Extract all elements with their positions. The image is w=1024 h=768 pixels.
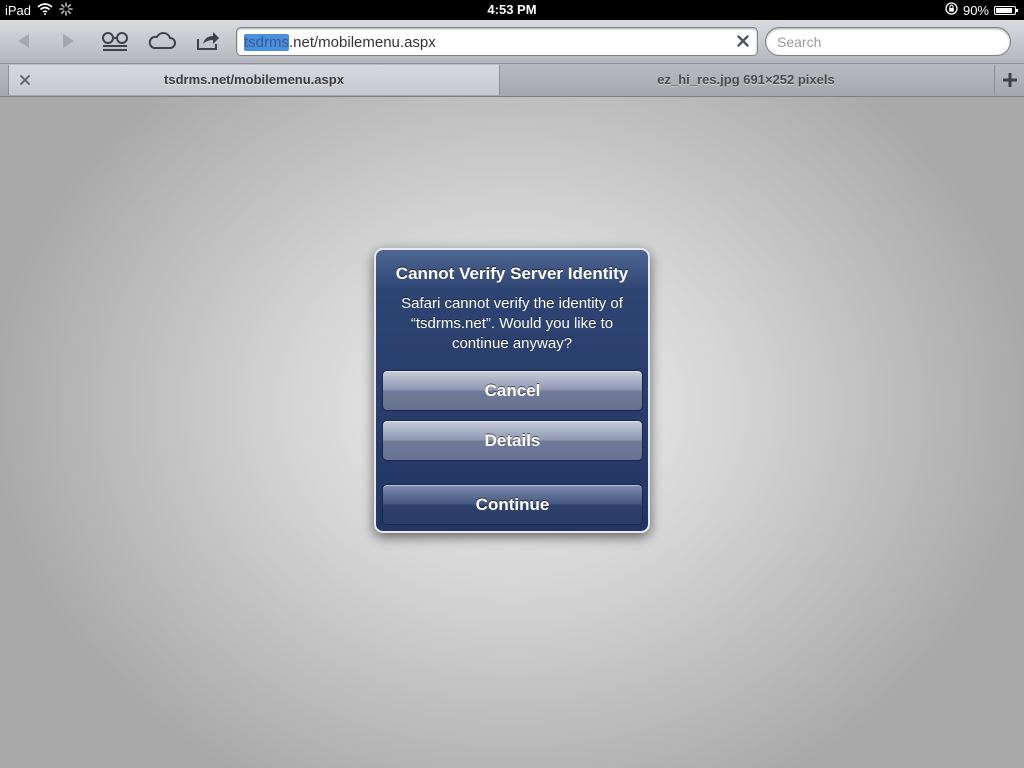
battery-level	[996, 7, 1013, 13]
tab-label: tsdrms.net/mobilemenu.aspx	[164, 72, 344, 87]
clock: 4:53 PM	[487, 2, 537, 17]
cloud-icon	[148, 32, 176, 49]
share-icon	[197, 32, 219, 50]
details-button[interactable]: Details	[382, 420, 643, 461]
server-identity-alert: Cannot Verify Server Identity Safari can…	[374, 248, 650, 533]
cancel-button[interactable]: Cancel	[382, 370, 643, 411]
close-icon	[20, 75, 30, 85]
forward-arrow-icon	[63, 34, 74, 48]
url-rest-text: .net/mobilemenu.aspx	[289, 34, 436, 51]
address-bar[interactable]: tsdrms.net/mobilemenu.aspx	[236, 27, 758, 56]
battery-icon	[994, 5, 1018, 15]
alert-title: Cannot Verify Server Identity	[395, 264, 629, 283]
close-tab-button[interactable]	[18, 73, 32, 87]
tab-label: ez_hi_res.jpg 691×252 pixels	[657, 72, 835, 87]
status-bar: iPad 4:53 PM 90%	[0, 0, 1024, 20]
icloud-tabs-button[interactable]	[144, 26, 180, 56]
tab-image[interactable]: ez_hi_res.jpg 691×252 pixels	[501, 65, 991, 95]
close-icon	[737, 35, 749, 47]
share-button[interactable]	[190, 26, 226, 56]
reading-list-icon	[102, 32, 128, 51]
back-button[interactable]	[6, 26, 42, 56]
back-arrow-icon	[18, 34, 29, 48]
new-tab-button[interactable]	[994, 65, 1024, 95]
battery-percent: 90%	[962, 2, 989, 18]
browser-toolbar: tsdrms.net/mobilemenu.aspx Search	[0, 20, 1024, 64]
search-input[interactable]: Search	[765, 27, 1011, 56]
forward-button[interactable]	[50, 26, 86, 56]
alert-message: Safari cannot verify the identity of “ts…	[401, 295, 623, 352]
tab-bar: tsdrms.net/mobilemenu.aspx ez_hi_res.jpg…	[0, 64, 1024, 97]
url-text[interactable]: tsdrms.net/mobilemenu.aspx	[244, 34, 436, 51]
rotation-lock-icon	[945, 2, 958, 18]
search-placeholder: Search	[777, 34, 822, 50]
reading-list-button[interactable]	[97, 26, 133, 56]
clear-url-button[interactable]	[735, 33, 751, 49]
plus-icon	[1003, 73, 1017, 87]
status-right: 90%	[945, 2, 1018, 18]
continue-button[interactable]: Continue	[382, 484, 643, 525]
url-selected-text: tsdrms	[244, 34, 289, 51]
tab-mobilemenu[interactable]: tsdrms.net/mobilemenu.aspx	[8, 65, 500, 95]
